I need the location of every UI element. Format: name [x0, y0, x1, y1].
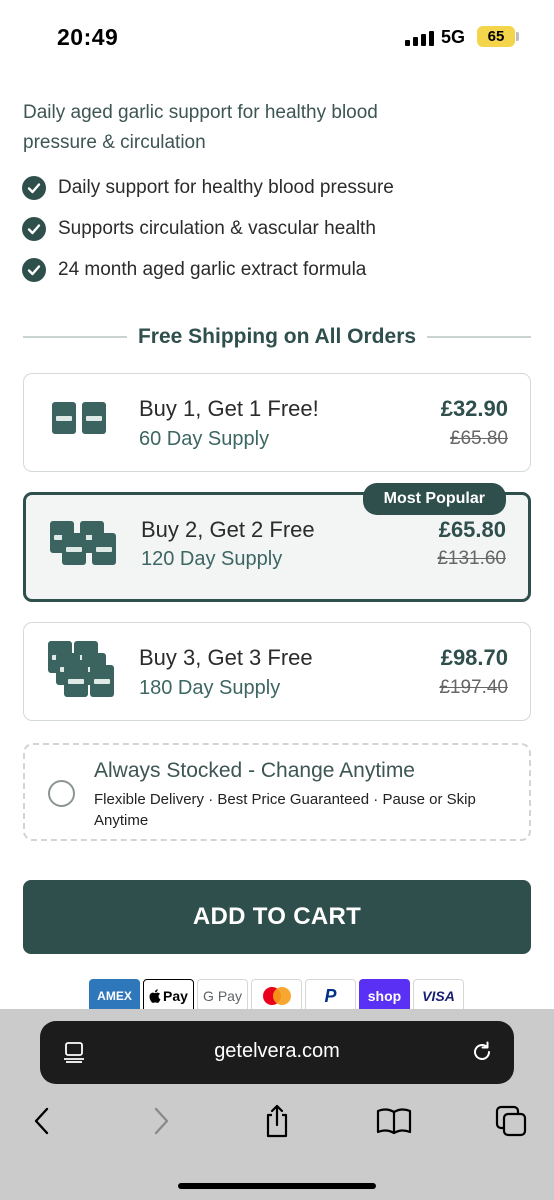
offer-price: £98.70 — [440, 645, 508, 670]
subscribe-option[interactable]: Always Stocked - Change Anytime Flexible… — [23, 743, 531, 841]
offer-old-price: £65.80 — [449, 428, 508, 449]
shipping-banner: Free Shipping on All Orders — [23, 322, 531, 352]
share-button[interactable] — [257, 1101, 297, 1141]
subscribe-title: Always Stocked - Change Anytime — [94, 759, 415, 782]
checkmark-icon — [22, 176, 46, 200]
offer-price: £32.90 — [440, 396, 508, 421]
benefit-text: Supports circulation & vascular health — [58, 218, 376, 239]
most-popular-badge: Most Popular — [362, 483, 506, 515]
offer-title: Buy 3, Get 3 Free — [139, 645, 313, 670]
product-pack-image — [46, 392, 116, 452]
shipping-title: Free Shipping on All Orders — [137, 325, 417, 348]
divider — [427, 336, 531, 338]
url-text: getelvera.com — [214, 1040, 340, 1062]
offer-option-3[interactable]: Buy 3, Get 3 Free 180 Day Supply £98.70 … — [23, 622, 531, 721]
clock: 20:49 — [57, 24, 119, 50]
product-description: Daily aged garlic support for healthy bl… — [23, 102, 378, 153]
chevron-right-icon — [154, 1107, 169, 1135]
offer-title: Buy 1, Get 1 Free! — [139, 396, 319, 421]
share-icon — [266, 1104, 288, 1138]
tabs-icon — [495, 1105, 527, 1137]
checkmark-icon — [22, 217, 46, 241]
divider — [23, 336, 127, 338]
benefit-item: 24 month aged garlic extract formula — [22, 258, 366, 282]
subscribe-radio[interactable] — [48, 780, 75, 807]
browser-toolbar: getelvera.com — [0, 1009, 554, 1200]
subscribe-description: Flexible Delivery · Best Price Guarantee… — [94, 791, 476, 829]
forward-button[interactable] — [141, 1101, 181, 1141]
tabs-button[interactable] — [491, 1101, 531, 1141]
battery-tip — [516, 32, 519, 41]
benefit-text: Daily support for healthy blood pressure — [58, 177, 394, 198]
apple-pay-icon: Pay — [143, 979, 194, 1009]
offer-old-price: £131.60 — [437, 548, 506, 569]
offer-old-price: £197.40 — [439, 677, 508, 698]
offer-option-1[interactable]: Buy 1, Get 1 Free! 60 Day Supply £32.90 … — [23, 373, 531, 472]
network-type: 5G — [441, 27, 466, 47]
add-to-cart-button[interactable]: ADD TO CART — [23, 880, 531, 954]
offer-supply: 180 Day Supply — [139, 677, 281, 699]
offer-title: Buy 2, Get 2 Free — [141, 517, 315, 542]
offer-option-2[interactable]: Most Popular Buy 2, Get 2 Free 120 Day S… — [23, 483, 531, 602]
home-indicator — [178, 1183, 376, 1189]
visa-icon: VISA — [413, 979, 464, 1009]
google-pay-icon: G Pay — [197, 979, 248, 1009]
offer-supply: 60 Day Supply — [139, 428, 270, 450]
paypal-icon: P — [305, 979, 356, 1009]
checkmark-icon — [22, 258, 46, 282]
cellular-signal-icon — [405, 30, 434, 46]
benefit-item: Daily support for healthy blood pressure — [22, 176, 394, 200]
benefit-item: Supports circulation & vascular health — [22, 217, 376, 241]
shop-pay-icon: shop — [359, 979, 410, 1009]
bookmarks-button[interactable] — [374, 1101, 414, 1141]
back-button[interactable] — [22, 1101, 62, 1141]
amex-icon: AMEX — [89, 979, 140, 1009]
product-pack-image — [46, 639, 116, 699]
status-bar: 20:49 5G 65 — [0, 0, 554, 74]
benefit-text: 24 month aged garlic extract formula — [58, 259, 367, 280]
reload-icon[interactable] — [470, 1040, 494, 1064]
apple-pay-label: Pay — [163, 988, 188, 1004]
chevron-left-icon — [34, 1107, 49, 1135]
payment-methods: AMEX Pay G Pay P shop VISA — [89, 979, 464, 1009]
address-bar[interactable]: getelvera.com — [40, 1021, 514, 1084]
product-pack-image — [48, 517, 118, 577]
battery-icon: 65 — [477, 26, 515, 47]
book-icon — [376, 1108, 412, 1135]
offer-supply: 120 Day Supply — [141, 548, 283, 570]
mastercard-icon — [251, 979, 302, 1009]
offer-price: £65.80 — [438, 517, 506, 542]
